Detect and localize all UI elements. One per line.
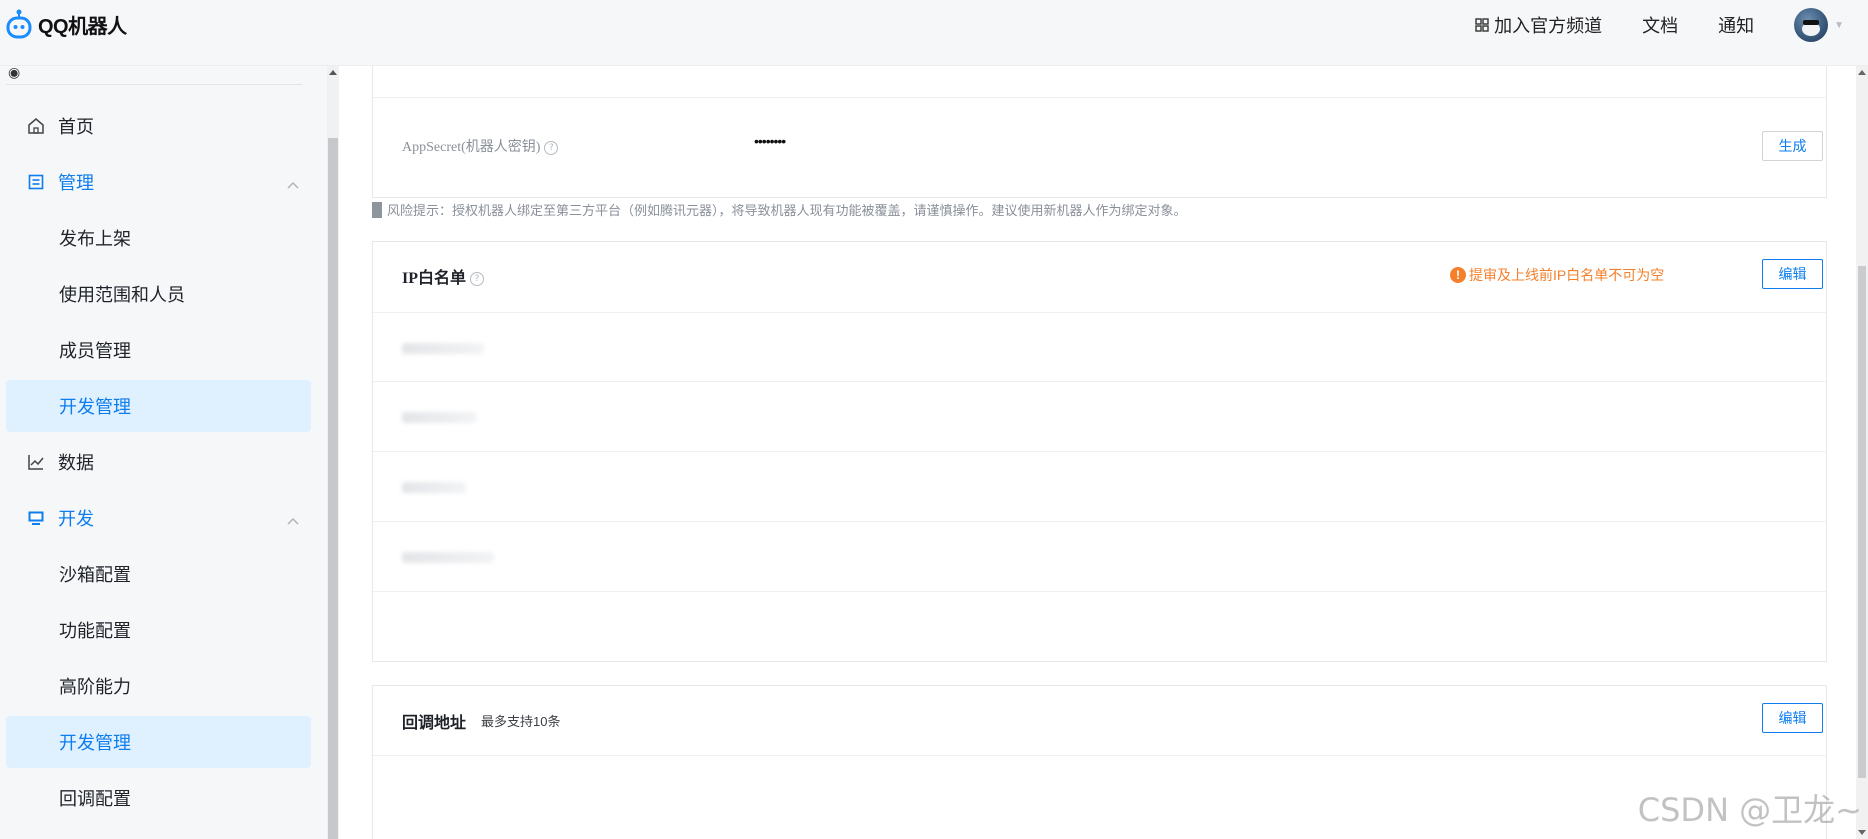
chevron-down-icon[interactable]: ▼ bbox=[1834, 20, 1844, 31]
ip-entry-redacted bbox=[402, 552, 494, 563]
sidebar-item-label: 首页 bbox=[58, 117, 94, 137]
sidebar-item-members[interactable]: 成员管理 bbox=[6, 324, 311, 376]
sidebar-item-develop[interactable]: 开发 bbox=[6, 492, 311, 544]
row-divider bbox=[373, 451, 1826, 452]
risk-tip: 风险提示：授权机器人绑定至第三方平台（例如腾讯元器），将导致机器人现有功能被覆盖… bbox=[372, 200, 1187, 219]
sidebar-item-label: 沙箱配置 bbox=[59, 565, 131, 585]
app-credentials-card: AppSecret(机器人密钥)? •••••••• 生成 bbox=[372, 66, 1827, 198]
join-channel-link[interactable]: 加入官方频道 bbox=[1475, 12, 1602, 38]
scroll-up-arrow-icon[interactable] bbox=[1858, 70, 1866, 75]
appsecret-label: AppSecret(机器人密钥)? bbox=[402, 136, 559, 156]
appsecret-label-text: AppSecret(机器人密钥) bbox=[402, 140, 541, 155]
sidebar-divider bbox=[6, 84, 302, 85]
row-divider bbox=[373, 591, 1826, 592]
sidebar-item-features[interactable]: 功能配置 bbox=[6, 604, 311, 656]
home-icon bbox=[26, 116, 46, 136]
risk-tip-bar bbox=[372, 201, 382, 218]
join-channel-label: 加入官方频道 bbox=[1494, 16, 1603, 36]
chevron-up-icon[interactable] bbox=[287, 173, 299, 194]
callback-hint: 最多支持10条 bbox=[481, 714, 561, 729]
ip-whitelist-title-text: IP白名单 bbox=[402, 270, 467, 287]
robot-logo-icon bbox=[6, 9, 32, 39]
help-icon[interactable]: ? bbox=[470, 272, 485, 287]
ip-whitelist-warning: ! 提审及上线前IP白名单不可为空 bbox=[1450, 265, 1664, 285]
watermark: CSDN @卫龙~ bbox=[1637, 791, 1862, 829]
manage-icon bbox=[26, 172, 46, 192]
sidebar-item-label: 成员管理 bbox=[59, 341, 131, 361]
sidebar-item-publish[interactable]: 发布上架 bbox=[6, 212, 311, 264]
ip-whitelist-warning-text: 提审及上线前IP白名单不可为空 bbox=[1469, 267, 1665, 283]
sidebar-scroll-thumb[interactable] bbox=[328, 138, 338, 839]
row-divider bbox=[373, 521, 1826, 522]
sidebar-item-label: 开发 bbox=[58, 509, 94, 529]
sidebar-item-label: 开发管理 bbox=[59, 397, 131, 417]
ip-entry-redacted bbox=[402, 343, 484, 354]
ip-whitelist-title: IP白名单? bbox=[402, 264, 485, 288]
sidebar-scrollbar[interactable] bbox=[327, 66, 339, 839]
sidebar-item-label: 高阶能力 bbox=[59, 677, 131, 697]
ip-entry-redacted bbox=[402, 482, 466, 493]
sidebar-item-label: 使用范围和人员 bbox=[59, 285, 185, 305]
app-logo[interactable]: QQ机器人 bbox=[6, 6, 127, 42]
risk-tip-text: 风险提示：授权机器人绑定至第三方平台（例如腾讯元器），将导致机器人现有功能被覆盖… bbox=[387, 203, 1187, 218]
sidebar-item-dev-manage-2[interactable]: 开发管理 bbox=[6, 716, 311, 768]
sidebar: ◉ 首页 管理 发布上架 使用范围和人员 成员管理 开发管理 数据 开发 沙箱配置 功能配置 高阶能… bbox=[0, 66, 327, 839]
generate-secret-button[interactable]: 生成 bbox=[1762, 131, 1823, 161]
top-bar: QQ机器人 加入官方频道 文档 通知 ▼ bbox=[0, 0, 1868, 66]
callback-card: 回调地址 最多支持10条 编辑 bbox=[372, 685, 1827, 839]
scroll-up-arrow-icon[interactable] bbox=[329, 70, 337, 75]
user-avatar[interactable] bbox=[1794, 8, 1829, 42]
sidebar-item-label: 回调配置 bbox=[59, 789, 131, 809]
main-content: AppSecret(机器人密钥)? •••••••• 生成 风险提示：授权机器人… bbox=[339, 66, 1856, 839]
sidebar-item-label: 功能配置 bbox=[59, 621, 131, 641]
docs-link[interactable]: 文档 bbox=[1642, 12, 1678, 38]
sidebar-item-advanced[interactable]: 高阶能力 bbox=[6, 660, 311, 712]
help-icon[interactable]: ? bbox=[544, 140, 559, 155]
app-name: QQ机器人 bbox=[38, 15, 127, 38]
sidebar-item-label: 开发管理 bbox=[59, 733, 131, 753]
row-divider bbox=[373, 755, 1826, 756]
sidebar-item-dev-manage[interactable]: 开发管理 bbox=[6, 380, 311, 432]
chevron-up-icon[interactable] bbox=[287, 509, 299, 530]
eye-icon: ◉ bbox=[8, 66, 21, 80]
sidebar-item-sandbox[interactable]: 沙箱配置 bbox=[6, 548, 311, 600]
ip-whitelist-card: IP白名单? ! 提审及上线前IP白名单不可为空 编辑 bbox=[372, 241, 1827, 662]
sidebar-item-home[interactable]: 首页 bbox=[6, 100, 311, 152]
sidebar-item-manage[interactable]: 管理 bbox=[6, 156, 311, 208]
edit-callback-button[interactable]: 编辑 bbox=[1762, 703, 1823, 733]
notify-link[interactable]: 通知 bbox=[1718, 12, 1754, 38]
sidebar-item-data[interactable]: 数据 bbox=[6, 436, 311, 488]
callback-title: 回调地址 bbox=[402, 715, 467, 732]
sidebar-item-scope[interactable]: 使用范围和人员 bbox=[6, 268, 311, 320]
sidebar-item-callback[interactable]: 回调配置 bbox=[6, 772, 311, 824]
monitor-icon bbox=[26, 508, 46, 528]
edit-ip-whitelist-button[interactable]: 编辑 bbox=[1762, 259, 1823, 289]
avatar-icon bbox=[1802, 20, 1821, 36]
row-divider bbox=[373, 381, 1826, 382]
sidebar-item-label: 数据 bbox=[58, 453, 94, 473]
ip-entry-redacted bbox=[402, 412, 476, 423]
top-nav: 加入官方频道 文档 通知 ▼ bbox=[1475, 0, 1844, 50]
chart-icon bbox=[26, 452, 46, 472]
row-divider bbox=[373, 312, 1826, 313]
row-divider bbox=[373, 97, 1826, 98]
main-scroll-thumb[interactable] bbox=[1858, 266, 1866, 778]
sidebar-item-label: 管理 bbox=[58, 173, 94, 193]
sidebar-item-label: 发布上架 bbox=[59, 229, 131, 249]
main-scrollbar[interactable] bbox=[1856, 66, 1868, 839]
appsecret-value: •••••••• bbox=[754, 133, 786, 149]
warning-icon: ! bbox=[1450, 267, 1466, 283]
grid-icon bbox=[1475, 18, 1489, 32]
